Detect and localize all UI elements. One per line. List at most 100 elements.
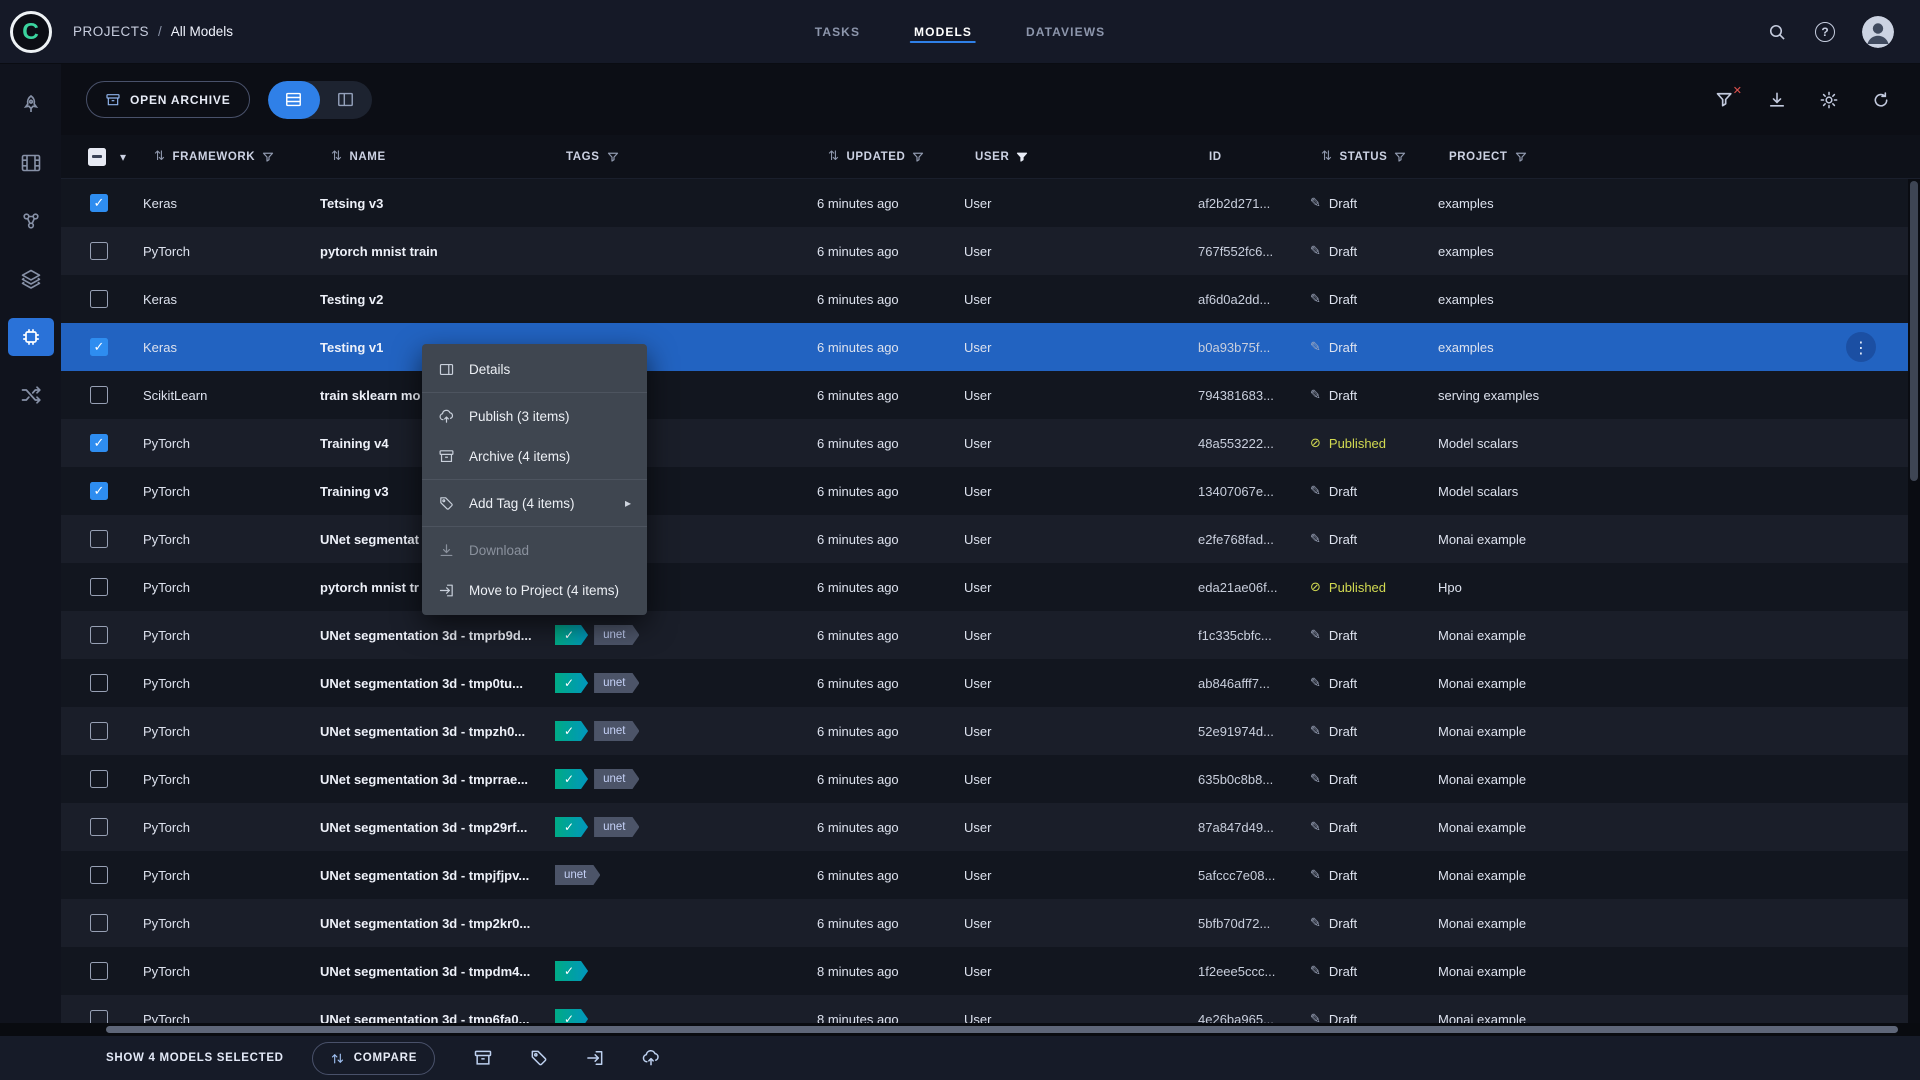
open-archive-button[interactable]: OPEN ARCHIVE [86, 81, 250, 118]
column-header-tags[interactable]: TAGS [553, 151, 815, 163]
tab-models[interactable]: MODELS [910, 0, 976, 63]
row-checkbox[interactable] [90, 386, 108, 404]
column-header-user[interactable]: USER [962, 151, 1196, 163]
column-header-name[interactable]: ⇅ NAME [318, 149, 553, 164]
select-all-checkbox[interactable] [88, 147, 106, 166]
vertical-scrollbar-thumb[interactable] [1910, 181, 1918, 481]
row-checkbox[interactable] [90, 818, 108, 836]
cell-id: 767f552fc6... [1198, 243, 1274, 259]
clear-filters-button[interactable]: ✕ [1714, 84, 1742, 111]
settings-gear-icon [1820, 91, 1838, 108]
sort-icon[interactable]: ⇅ [828, 149, 840, 164]
sidebar-item-projects[interactable] [8, 144, 54, 182]
row-checkbox[interactable] [90, 674, 108, 692]
horizontal-scrollbar-thumb[interactable] [106, 1026, 1898, 1033]
table-row[interactable]: PyTorch UNet segmentation 3d - tmprb9d..… [61, 611, 1920, 659]
sidebar-item-workers[interactable] [8, 376, 54, 414]
status-icon: ✎ [1310, 195, 1321, 211]
status-text: Draft [1328, 963, 1358, 979]
table-row[interactable]: PyTorch UNet segmentation 3d - tmp0tu...… [61, 659, 1920, 707]
filter-icon[interactable] [607, 151, 619, 163]
clearml-logo[interactable]: C [9, 10, 52, 53]
row-checkbox[interactable] [90, 242, 108, 260]
table-row[interactable]: PyTorch UNet segmentation 3d - tmp6fa0..… [61, 995, 1920, 1023]
filter-icon[interactable] [262, 151, 274, 163]
filter-icon[interactable] [912, 151, 924, 163]
row-checkbox[interactable] [90, 626, 108, 644]
sort-icon[interactable]: ⇅ [154, 149, 166, 164]
table-row[interactable]: PyTorch UNet segmentation 3d - tmprrae..… [61, 755, 1920, 803]
filter-icon-active[interactable] [1016, 151, 1028, 163]
row-checkbox[interactable] [90, 866, 108, 884]
table-row[interactable]: PyTorch UNet segmentation 3d - tmpzh0...… [61, 707, 1920, 755]
move-selected-button[interactable] [585, 1048, 605, 1068]
row-menu-button[interactable]: ⋮ [1846, 332, 1876, 362]
user-menu-button[interactable] [1862, 15, 1894, 48]
select-dropdown-caret[interactable]: ▾ [120, 150, 127, 164]
sort-icon[interactable]: ⇅ [1321, 149, 1333, 164]
card-view-button[interactable] [320, 81, 372, 119]
add-tag-selected-button[interactable] [529, 1048, 549, 1068]
row-checkbox[interactable] [90, 722, 108, 740]
table-row[interactable]: PyTorch Training v3 6 minutes ago User 1… [61, 467, 1920, 515]
table-row[interactable]: PyTorch pytorch mnist tr 6 minutes ago U… [61, 563, 1920, 611]
column-header-status[interactable]: ⇅ STATUS [1308, 149, 1436, 164]
menu-item-details[interactable]: Details [422, 349, 647, 389]
row-checkbox[interactable] [90, 194, 108, 212]
row-checkbox[interactable] [90, 338, 108, 356]
archive-selected-button[interactable] [473, 1048, 493, 1068]
cell-framework: PyTorch [143, 963, 190, 979]
status-text: Published [1328, 435, 1387, 451]
filter-icon[interactable] [1515, 151, 1527, 163]
sidebar-item-pipelines[interactable] [8, 260, 54, 298]
table-row[interactable]: ScikitLearn train sklearn mo 6 minutes a… [61, 371, 1920, 419]
row-checkbox[interactable] [90, 578, 108, 596]
table-row[interactable]: PyTorch UNet segmentat 6 minutes ago Use… [61, 515, 1920, 563]
column-header-id[interactable]: ID [1196, 151, 1308, 163]
sidebar-item-datasets[interactable] [8, 202, 54, 240]
filter-icon[interactable] [1394, 151, 1406, 163]
row-checkbox[interactable] [90, 290, 108, 308]
show-selected-button[interactable]: SHOW 4 MODELS SELECTED [106, 1052, 284, 1064]
tab-dataviews[interactable]: DATAVIEWS [1026, 0, 1105, 63]
sidebar-item-models[interactable] [7, 318, 54, 356]
table-row[interactable]: PyTorch UNet segmentation 3d - tmpjfjpv.… [61, 851, 1920, 899]
menu-item-add-tag[interactable]: Add Tag (4 items) ▸ [422, 483, 647, 523]
cell-updated: 6 minutes ago [817, 627, 899, 643]
table-row[interactable]: Keras Testing v2 6 minutes ago User af6d… [61, 275, 1920, 323]
status-text: Draft [1328, 627, 1358, 643]
compare-button[interactable]: COMPARE [311, 1041, 436, 1075]
row-checkbox[interactable] [90, 914, 108, 932]
column-header-project[interactable]: PROJECT [1436, 151, 1920, 163]
row-checkbox[interactable] [90, 482, 108, 500]
row-checkbox[interactable] [90, 962, 108, 980]
table-row[interactable]: Keras Tetsing v3 6 minutes ago User af2b… [61, 179, 1920, 227]
table-row[interactable]: Keras Testing v1 6 minutes ago User b0a9… [61, 323, 1920, 371]
row-checkbox[interactable] [90, 434, 108, 452]
help-button[interactable]: ? [1814, 21, 1836, 43]
row-checkbox[interactable] [90, 1010, 108, 1023]
table-row[interactable]: PyTorch pytorch mnist train 6 minutes ag… [61, 227, 1920, 275]
download-table-button[interactable] [1766, 89, 1788, 111]
tab-tasks[interactable]: TASKS [815, 0, 860, 63]
publish-selected-button[interactable] [641, 1048, 661, 1068]
breadcrumb-projects[interactable]: PROJECTS [73, 24, 149, 39]
menu-item-archive[interactable]: Archive (4 items) [422, 436, 647, 476]
table-row[interactable]: PyTorch UNet segmentation 3d - tmpdm4...… [61, 947, 1920, 995]
row-checkbox[interactable] [90, 530, 108, 548]
sidebar-item-dashboard[interactable] [8, 86, 54, 124]
settings-button[interactable] [1818, 89, 1840, 111]
table-row[interactable]: PyTorch UNet segmentation 3d - tmp2kr0..… [61, 899, 1920, 947]
refresh-button[interactable] [1870, 89, 1892, 111]
sort-icon[interactable]: ⇅ [331, 149, 343, 164]
row-checkbox[interactable] [90, 770, 108, 788]
search-button[interactable] [1766, 21, 1788, 43]
column-header-updated[interactable]: ⇅ UPDATED [815, 149, 962, 164]
column-header-framework[interactable]: ⇅ FRAMEWORK [141, 149, 318, 164]
table-row[interactable]: PyTorch Training v4 6 minutes ago User 4… [61, 419, 1920, 467]
menu-item-move-to-project[interactable]: Move to Project (4 items) [422, 570, 647, 610]
table-row[interactable]: PyTorch UNet segmentation 3d - tmp29rf..… [61, 803, 1920, 851]
menu-item-publish[interactable]: Publish (3 items) [422, 396, 647, 436]
table-view-button[interactable] [267, 80, 320, 119]
cell-project: Model scalars [1438, 483, 1519, 499]
